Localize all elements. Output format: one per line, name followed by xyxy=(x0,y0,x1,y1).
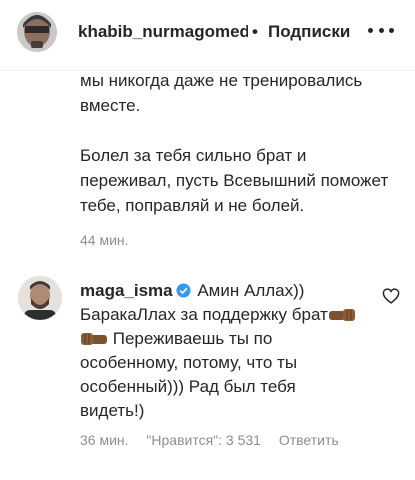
comment-meta: 36 мин. "Нравится": 3 531 Ответить xyxy=(80,432,353,448)
header-separator: • xyxy=(252,22,258,41)
post-header: khabib_nurmagomed • Подписки xyxy=(0,0,415,71)
more-dot xyxy=(368,27,373,33)
comment-body: maga_isma Амин Аллах)) БаракаЛлах за под… xyxy=(80,279,360,423)
avatar-image xyxy=(17,12,57,52)
post-author-username[interactable]: khabib_nurmagomed xyxy=(78,22,248,42)
post-caption: мы никогда даже не тренировались вместе.… xyxy=(80,71,400,218)
following-button[interactable]: Подписки xyxy=(268,22,350,42)
reply-button[interactable]: Ответить xyxy=(279,432,339,448)
comment-author-avatar[interactable] xyxy=(18,276,62,320)
caption-paragraph-1: мы никогда даже не тренировались вместе. xyxy=(80,71,363,115)
more-dot xyxy=(389,27,394,33)
caption-timestamp[interactable]: 44 мин. xyxy=(80,232,129,248)
comment-timestamp[interactable]: 36 мин. xyxy=(80,432,129,448)
verified-badge-icon xyxy=(176,283,191,298)
profile-avatar[interactable] xyxy=(17,12,57,52)
fist-emoji-icon xyxy=(81,333,107,345)
more-options-icon[interactable] xyxy=(368,18,394,42)
more-dot xyxy=(378,27,384,33)
caption-paragraph-2: Болел за тебя сильно брат и переживал, п… xyxy=(80,146,389,215)
comment-likes-count[interactable]: "Нравится": 3 531 xyxy=(146,432,261,448)
comment-avatar-image xyxy=(18,276,62,320)
fist-emoji-icon xyxy=(328,309,355,321)
heart-icon[interactable] xyxy=(382,288,400,304)
comment-author-username[interactable]: maga_isma xyxy=(80,281,173,300)
comment-text-part-2: Переживаешь ты по особенному, потому, чт… xyxy=(80,329,298,420)
